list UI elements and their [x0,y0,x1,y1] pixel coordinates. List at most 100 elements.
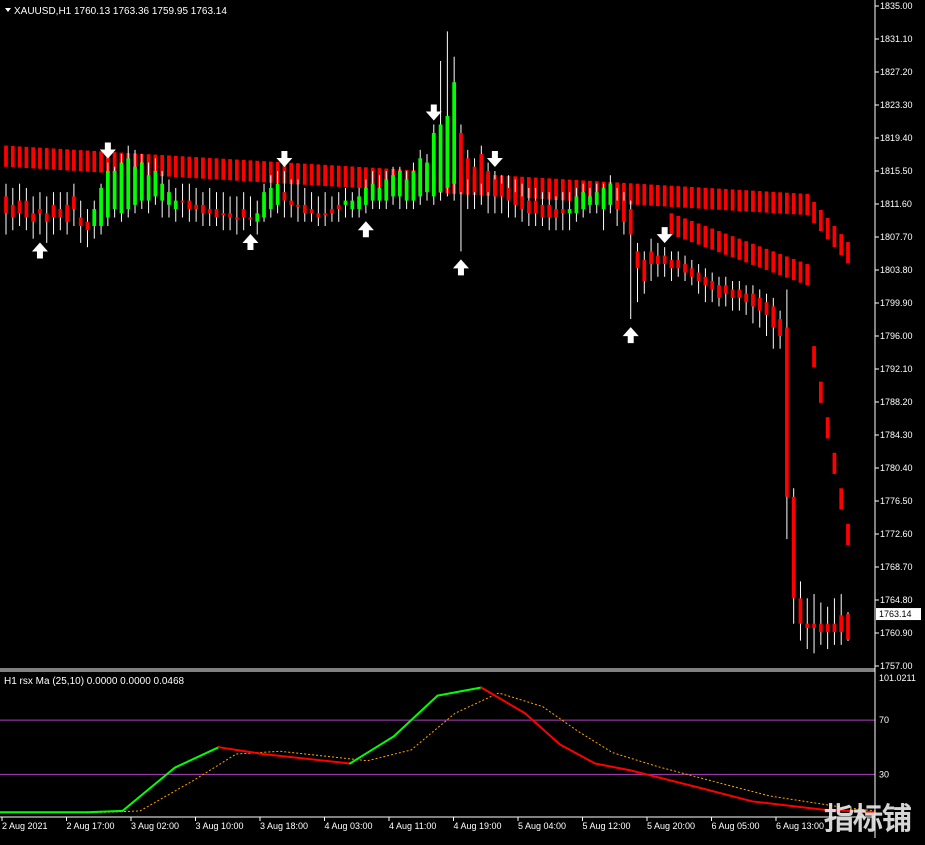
chart-window: 1835.00 1831.10 1827.20 1823.30 1819.40 1815.… [0,0,925,840]
candle-body [662,255,667,265]
candle-body [397,171,402,197]
fast-ribbon-segment [689,220,694,243]
time-tick-label: 3 Aug 18:00 [260,821,308,831]
candle-body [846,614,850,640]
candle-body [350,200,355,210]
candle-body [167,192,171,205]
candle-body [588,196,592,205]
candle-body [282,192,287,201]
candle-body [533,200,538,214]
time-tick-label: 5 Aug 20:00 [647,821,695,831]
slow-ribbon-segment [309,164,314,186]
slow-ribbon-segment [649,184,653,206]
candle-body [526,200,531,214]
slow-ribbon-segment [65,149,69,171]
slow-ribbon-segment [764,191,769,213]
time-tick-label: 2 Aug 2021 [2,821,48,831]
candle-body [642,259,647,281]
candle-body [201,204,205,214]
slow-ribbon-segment [730,189,735,211]
slow-ribbon-segment [92,150,97,173]
candle-body [540,204,545,218]
slow-ribbon-segment [221,158,226,180]
candle-body [323,213,328,216]
last-price-tag: 1763.14 [879,609,912,619]
candle-body [309,209,314,214]
candle-body [547,204,552,218]
candle-body [825,623,830,633]
time-tick-label: 2 Aug 17:00 [67,821,115,831]
candle-body [479,154,484,184]
time-tick-label: 6 Aug 13:00 [776,821,824,831]
candle-body [764,302,769,315]
slow-ribbon-segment [744,190,749,212]
candle-body [31,213,36,222]
slow-ribbon-segment [180,156,185,178]
fast-ribbon-segment [696,223,701,245]
candle-body [180,200,185,203]
rsx-line-segment [86,809,124,814]
slow-ribbon-segment [703,187,708,209]
price-tick-label: 1764.80 [880,595,913,605]
slow-ribbon-segment [839,234,844,256]
candle-body [656,255,660,265]
price-tick-label: 1807.70 [880,232,913,242]
price-tick-label: 1784.30 [880,430,913,440]
fast-ribbon-segment [710,228,715,250]
candle-body [818,623,823,633]
candle-body [778,319,782,336]
fast-ribbon-segment [751,243,755,265]
candle-body [296,204,300,207]
indicator-tick-label: 30 [879,769,889,779]
fast-ribbon-segment [839,488,844,510]
candle-body [683,264,687,273]
fast-ribbon-segment [744,241,749,263]
price-tick-label: 1757.00 [880,661,913,671]
fast-ribbon-segment [717,231,721,253]
slow-ribbon-segment [323,164,328,187]
slow-ribbon-segment [336,165,341,187]
slow-ribbon-segment [316,164,321,186]
candle-body [506,187,511,201]
indicator-title: H1 rsx Ma (25,10) 0.0000 0.0000 0.0468 [4,676,185,687]
candle-body [669,259,674,269]
slow-ribbon-segment [676,186,681,208]
candle-body [445,116,450,188]
candle-body [798,598,803,624]
candle-body [744,293,749,303]
candle-body [248,217,253,220]
candle-body [160,183,165,201]
candle-body [812,623,816,628]
slow-ribbon-segment [662,185,667,207]
price-tick-label: 1799.90 [880,298,913,308]
candle-body [58,209,63,218]
candle-body [805,623,810,628]
candle-body [737,289,742,298]
candle-body [703,276,708,286]
candle-body [316,213,321,218]
slow-ribbon-segment [771,191,776,214]
candle-body [370,183,375,201]
price-tick-label: 1827.20 [880,67,913,77]
slow-ribbon-segment [805,193,810,216]
fast-ribbon-segment [832,452,837,474]
candle-body [51,204,56,218]
time-tick-label: 3 Aug 02:00 [131,821,179,831]
candle-body [785,327,789,497]
candle-body [289,200,294,205]
price-tick-label: 1823.30 [880,100,913,110]
fast-ribbon-segment [669,213,674,235]
candle-body [425,162,429,193]
fast-ribbon-segment [798,261,803,283]
candle-body [262,192,266,218]
slow-ribbon-segment [832,226,837,248]
fast-ribbon-segment [818,381,823,403]
candle-body [207,209,212,214]
slow-ribbon-segment [248,160,253,182]
candle-body [493,179,497,197]
candle-body [601,187,606,210]
slow-ribbon-segment [791,193,796,215]
fast-ribbon-segment [791,259,796,281]
chart-canvas[interactable]: 1835.00 1831.10 1827.20 1823.30 1819.40 1815.… [0,0,925,840]
candle-body [391,175,395,197]
